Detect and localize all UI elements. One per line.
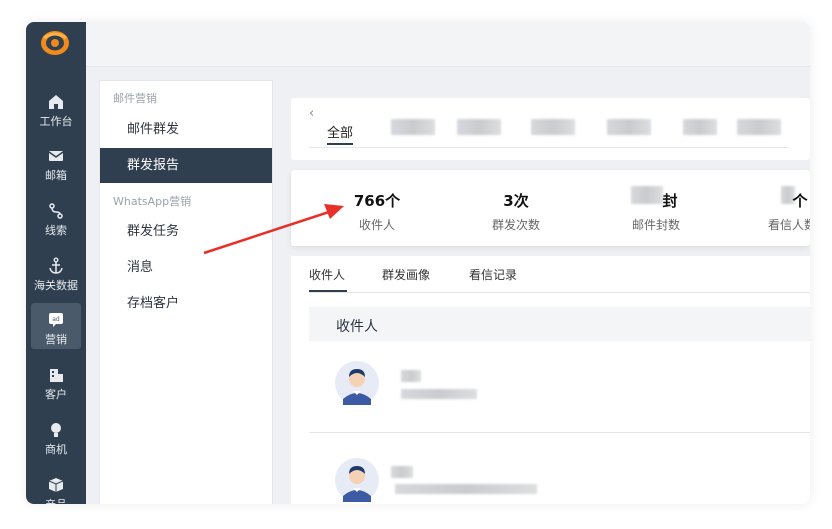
annotation-arrow-icon [203,204,344,255]
app-window: 工作台 邮箱 线索 海关数据 ad 营销 客户 商机 邮件营销 邮件群发 群发报… [26,22,810,504]
